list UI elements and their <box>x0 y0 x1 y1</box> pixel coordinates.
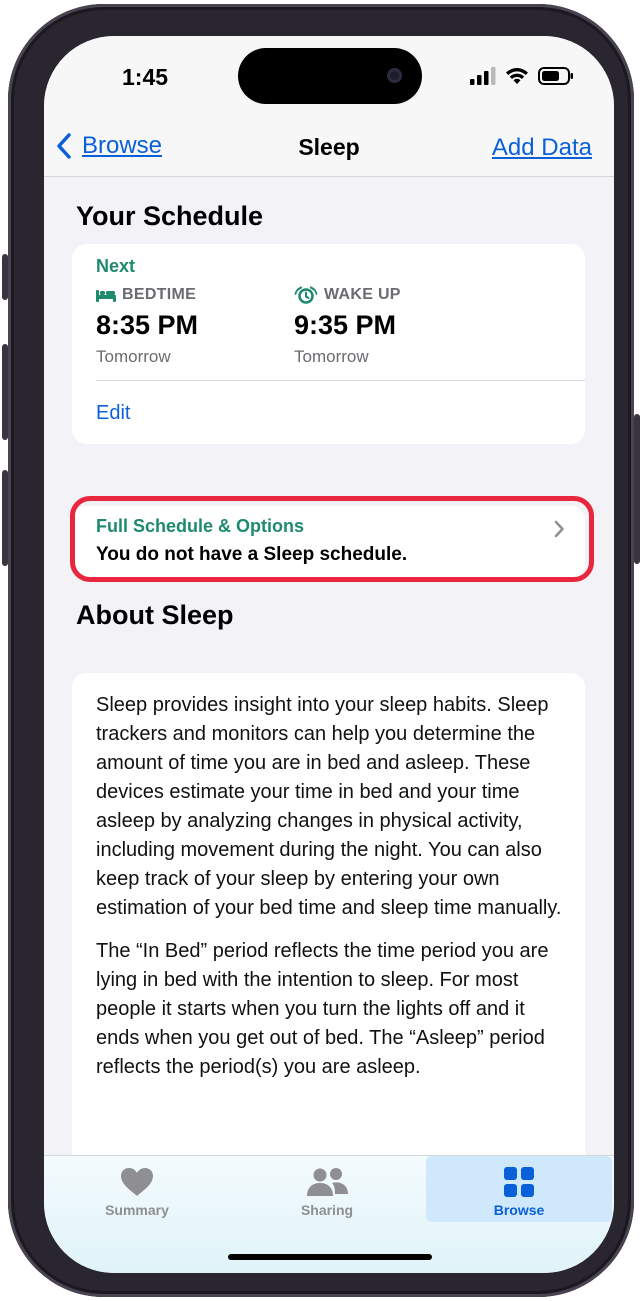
highlight-outline <box>70 496 594 582</box>
tab-summary[interactable]: Summary <box>44 1156 230 1222</box>
wakeup-label: WAKE UP <box>324 286 401 303</box>
tab-sharing-label: Sharing <box>300 1202 354 1218</box>
wakeup-value: 9:35 PM <box>294 310 397 340</box>
bedtime-value: 8:35 PM <box>96 310 199 340</box>
dynamic-island <box>238 48 422 104</box>
navigation-bar: Browse Sleep Add Data <box>44 128 614 177</box>
about-text: Sleep provides insight into your sleep h… <box>96 691 566 1096</box>
card-divider <box>96 380 585 381</box>
tab-sharing[interactable]: Sharing <box>234 1156 420 1222</box>
wakeup-column: WAKE UP 9:35 PM Tomorrow <box>294 286 401 367</box>
schedule-section-title: Your Schedule <box>76 201 264 231</box>
about-card: Sleep provides insight into your sleep h… <box>72 673 585 1233</box>
bedtime-day: Tomorrow <box>96 347 171 366</box>
status-icons <box>470 66 574 86</box>
volume-down-button <box>2 470 8 566</box>
screen: 1:45 Browse Sleep Add Data Your Schedule… <box>44 36 614 1273</box>
power-button <box>634 414 640 564</box>
home-indicator[interactable] <box>228 1254 432 1260</box>
about-section-title: About Sleep <box>76 600 234 630</box>
about-paragraph-2: The “In Bed” period reflects the time pe… <box>96 940 549 1078</box>
action-button <box>2 254 8 300</box>
cellular-signal-icon <box>470 67 496 85</box>
tab-browse-label: Browse <box>493 1202 545 1218</box>
content-area[interactable]: Your Schedule Next BEDTIME 8:35 PM Tomor… <box>44 177 614 1233</box>
status-bar: 1:45 <box>44 36 614 128</box>
grid-icon <box>504 1167 534 1197</box>
next-label: Next <box>96 256 136 276</box>
tab-summary-label: Summary <box>105 1202 169 1218</box>
people-icon <box>307 1168 348 1196</box>
wifi-icon <box>506 68 528 84</box>
tab-browse[interactable]: Browse <box>426 1156 612 1222</box>
add-data-button[interactable]: Add Data <box>492 134 592 162</box>
camera-icon <box>387 68 402 83</box>
about-paragraph-1: Sleep provides insight into your sleep h… <box>96 694 562 919</box>
edit-schedule-button[interactable]: Edit <box>96 402 130 425</box>
alarm-clock-icon <box>294 286 318 304</box>
bedtime-column: BEDTIME 8:35 PM Tomorrow <box>96 286 198 367</box>
bed-icon <box>96 290 116 302</box>
volume-up-button <box>2 344 8 440</box>
bedtime-label: BEDTIME <box>122 286 197 303</box>
status-time: 1:45 <box>122 64 169 90</box>
phone-frame: 1:45 Browse Sleep Add Data Your Schedule… <box>2 4 640 1297</box>
wakeup-day: Tomorrow <box>294 347 369 366</box>
schedule-card: Next BEDTIME 8:35 PM Tomorrow WAKE UP 9:… <box>72 244 585 444</box>
heart-icon <box>121 1168 153 1196</box>
battery-icon <box>538 67 573 85</box>
